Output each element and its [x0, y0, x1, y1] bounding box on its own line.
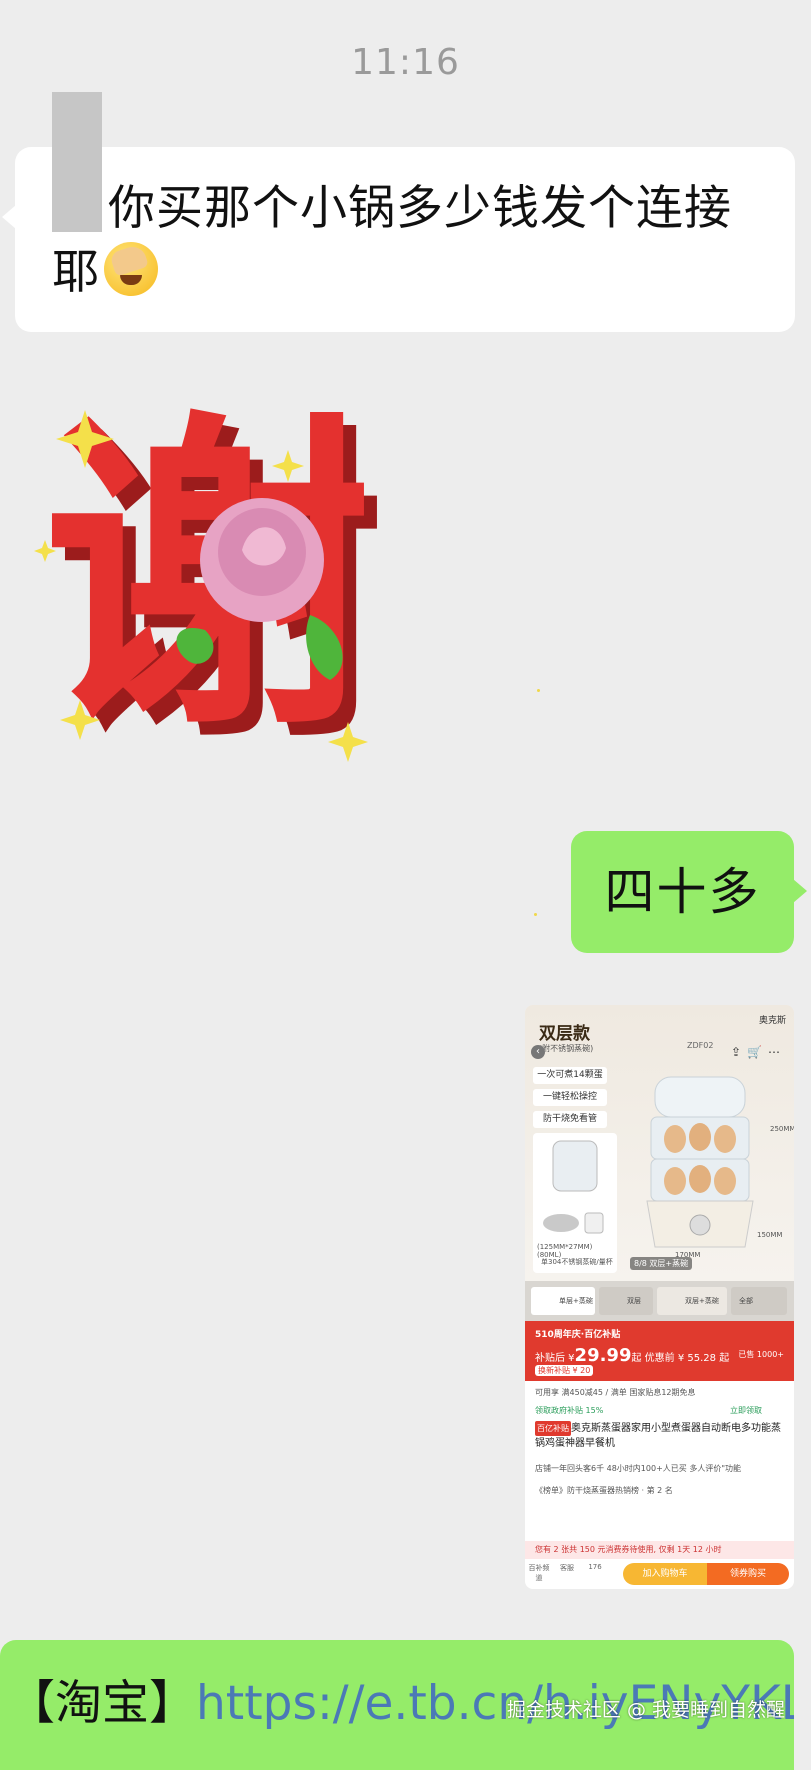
- variant-all[interactable]: 全部: [731, 1287, 787, 1315]
- variant-option[interactable]: 双层+蒸碗: [657, 1287, 727, 1315]
- sparkle-dot: [537, 689, 540, 692]
- variant-option[interactable]: 单层+蒸碗: [531, 1287, 595, 1315]
- promo-banner: 510周年庆·百亿补贴 补贴后 ¥29.99起 优惠前 ¥ 55.28 起 换新…: [525, 1321, 794, 1381]
- product-hero: 双层款 (附不锈钢蒸碗) 奥克斯 ‹ ZDF02 ⇪🛒⋯ 一次可煮14颗蛋 一键…: [525, 1005, 794, 1281]
- accessory-panel: (125MM*27MM) (80ML) 单304不锈钢蒸碗/量杯: [533, 1133, 617, 1273]
- offer-row: 可用享 满450减45 / 满单 国家贴息12期免息: [535, 1388, 696, 1397]
- new-subsidy-tag: 换新补贴 ¥ 20: [535, 1365, 594, 1376]
- watermark: 掘金技术社区 @ 我要睡到自然醒: [506, 1699, 785, 1721]
- feature-tag: 防干烧免看管: [533, 1111, 607, 1128]
- facepalm-laugh-emoji-icon: [104, 242, 158, 296]
- subsidy-channel-button[interactable]: 百补频道: [527, 1563, 551, 1583]
- model-code: ZDF02: [687, 1041, 714, 1050]
- incoming-message-line2: 耶: [52, 245, 100, 300]
- incoming-message-line1: 你买那个小锅多少钱发个连接: [108, 181, 732, 236]
- brand-logo: 奥克斯: [758, 1016, 786, 1026]
- product-title: 百亿补贴 奥克斯蒸蛋器家用小型煮蛋器自动断电多功能蒸锅鸡蛋神器早餐机: [535, 1421, 781, 1449]
- gov-subsidy-row: 领取政府补贴 15%: [535, 1406, 604, 1415]
- link-prefix: 【淘宝】: [8, 1676, 196, 1731]
- favorite-button[interactable]: 176: [583, 1563, 607, 1571]
- social-proof-row: 店铺一年回头客6千 48小时内100+人已买 多人评价"功能: [535, 1464, 742, 1473]
- promo-price: 补贴后 ¥29.99起 优惠前 ¥ 55.28 起: [535, 1345, 730, 1366]
- subsidy-tag: 百亿补贴: [535, 1421, 571, 1436]
- product-footer: 百补频道 客服 176 加入购物车 领券购买: [525, 1559, 794, 1589]
- egg-cooker-illustration: [646, 1076, 754, 1248]
- outgoing-message-bubble[interactable]: 四十多: [571, 831, 807, 953]
- service-button[interactable]: 客服: [555, 1563, 579, 1573]
- thanks-sticker-graphic: 谢 谢: [34, 386, 385, 783]
- incoming-message-bubble[interactable]: 你买那个小锅多少钱发个连接 耶: [2, 147, 795, 332]
- hero-subtitle: (附不锈钢蒸碗): [539, 1044, 594, 1053]
- sparkle-dot: [534, 913, 537, 916]
- thanks-sticker[interactable]: 谢 谢: [30, 386, 390, 783]
- back-icon: ‹: [531, 1045, 545, 1059]
- feature-tag: 一键轻松操控: [533, 1089, 607, 1106]
- sold-count: 已售 1000+: [738, 1350, 784, 1359]
- promo-title: 510周年庆·百亿补贴: [535, 1330, 621, 1340]
- ranking-row[interactable]: 《榜单》防干烧蒸蛋器热销榜 · 第 2 名: [535, 1485, 673, 1496]
- product-info: 可用享 满450减45 / 满单 国家贴息12期免息 领取政府补贴 15% 立即…: [525, 1381, 794, 1541]
- redacted-avatar-block: [52, 92, 102, 232]
- buy-button[interactable]: 领券购买: [707, 1563, 789, 1585]
- promo-discount: 优惠前 ¥ 55.28 起: [644, 1353, 730, 1364]
- accessory-note: 单304不锈钢蒸碗/量杯: [541, 1258, 613, 1266]
- variant-option[interactable]: 双层: [599, 1287, 653, 1315]
- add-to-cart-button[interactable]: 加入购物车: [623, 1563, 707, 1585]
- hero-title: 双层款: [539, 1024, 590, 1044]
- product-screenshot-image[interactable]: 双层款 (附不锈钢蒸碗) 奥克斯 ‹ ZDF02 ⇪🛒⋯ 一次可煮14颗蛋 一键…: [525, 1005, 794, 1589]
- depth-dimension: 150MM: [757, 1231, 783, 1239]
- chat-timestamp: 11:16: [351, 42, 460, 83]
- image-counter: 8/8 双层+蒸碗: [630, 1257, 693, 1270]
- variant-selector: 单层+蒸碗 双层 双层+蒸碗 全部: [525, 1281, 794, 1321]
- feature-tag: 一次可煮14颗蛋: [533, 1067, 607, 1084]
- height-dimension: 250MM: [770, 1125, 794, 1133]
- coupon-notice[interactable]: 您有 2 张共 150 元消费券待使用, 仅剩 1天 12 小时: [525, 1541, 794, 1559]
- share-cart-more-icons: ⇪🛒⋯: [731, 1045, 786, 1059]
- claim-link[interactable]: 立即领取: [730, 1405, 762, 1416]
